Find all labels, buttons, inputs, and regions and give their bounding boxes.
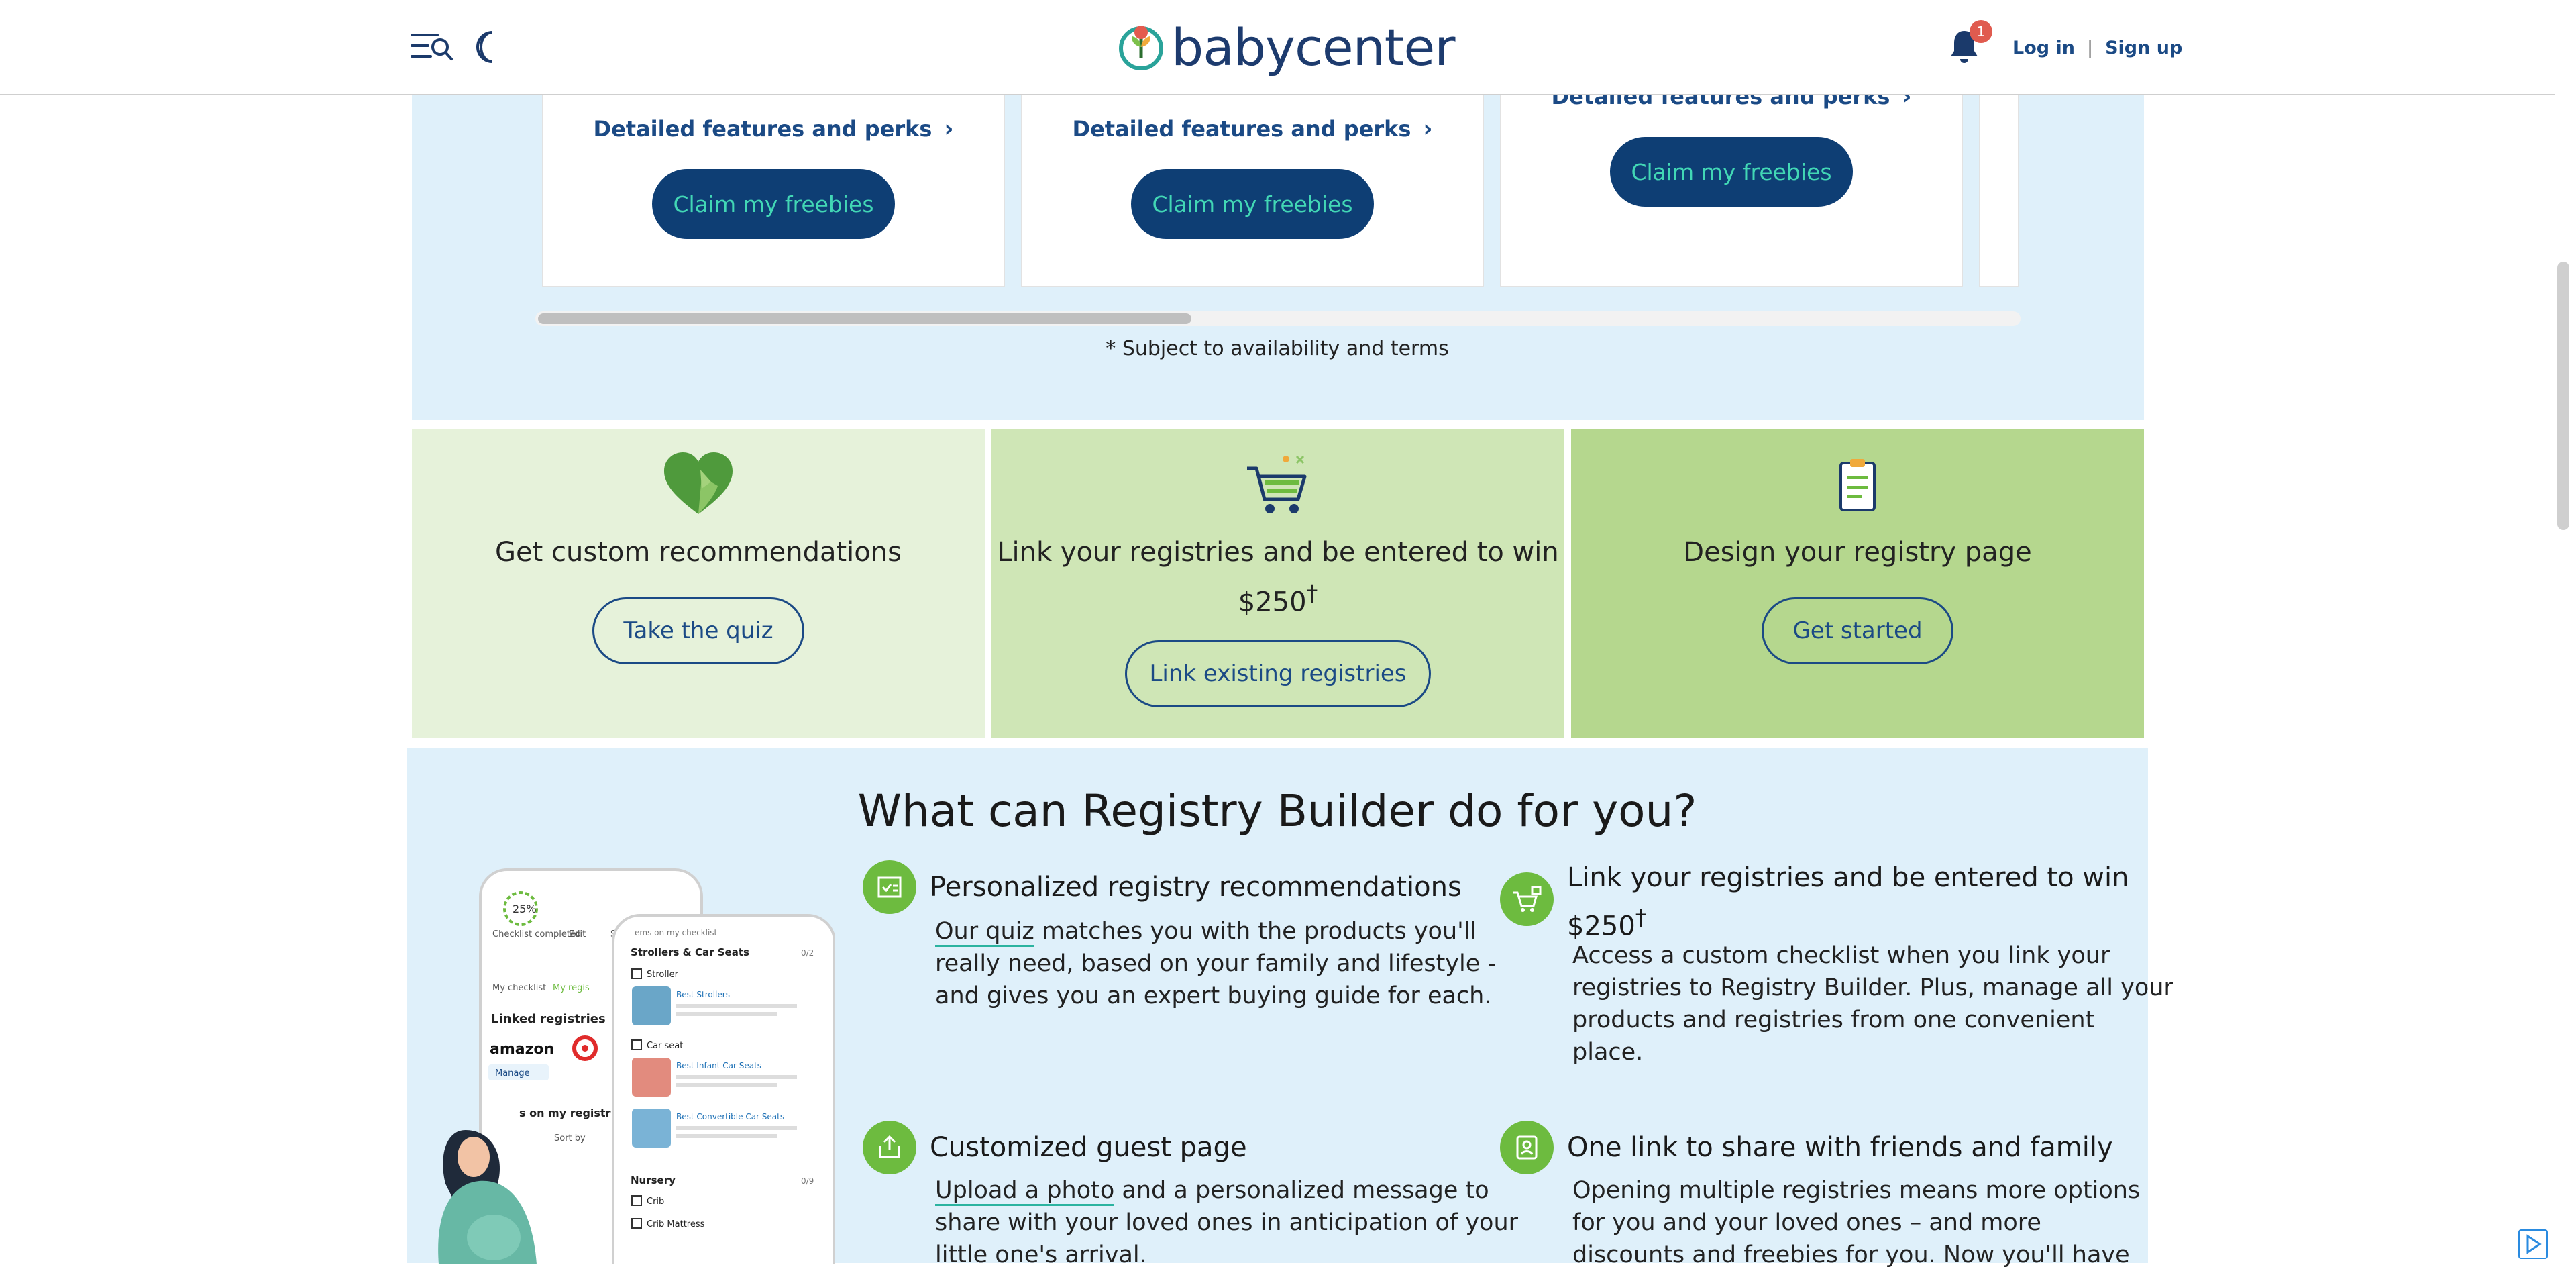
take-quiz-button[interactable]: Take the quiz <box>592 597 804 664</box>
feature-text: Opening multiple registries means more o… <box>1572 1177 2141 1204</box>
tab-checklist-text: My checklist <box>492 983 546 993</box>
crib-mattress-text: Crib Mattress <box>647 1219 705 1229</box>
linked-registries-text: Linked registries <box>491 1012 606 1026</box>
logo-text: babycenter <box>1171 17 1456 77</box>
perks-link[interactable]: Detailed features and perks › <box>1022 115 1483 142</box>
auth-links: Log in | Sign up <box>2012 38 2182 58</box>
logo-mark-icon <box>1119 26 1163 70</box>
tile-title-text: Link your registries and be entered to w… <box>997 537 1559 618</box>
perks-label: Detailed features and perks <box>1072 116 1411 142</box>
edit-text: Edit <box>569 929 586 939</box>
login-link[interactable]: Log in <box>2012 38 2075 58</box>
ad-choices-icon[interactable] <box>2518 1229 2548 1259</box>
feature-text: place. <box>1572 1039 1644 1066</box>
best-convertible-car-seats-text: Best Convertible Car Seats <box>676 1112 784 1121</box>
freebie-card: Detailed features and perks › Claim my fr… <box>1500 83 1963 287</box>
car-seat-text: Car seat <box>647 1041 683 1051</box>
get-started-button[interactable]: Get started <box>1762 597 1953 664</box>
dagger-mark: † <box>1306 580 1318 607</box>
tile-title: Link your registries and be entered to w… <box>991 531 1564 623</box>
notification-badge: 1 <box>1970 20 1992 43</box>
category-count-text: 0/2 <box>801 948 814 958</box>
feature-body: Opening multiple registries means more o… <box>1572 1174 2140 1271</box>
availability-disclaimer: * Subject to availability and terms <box>1106 337 1449 360</box>
search-items-text: ems on my checklist <box>635 928 718 937</box>
claim-freebies-button[interactable]: Claim my freebies <box>1131 169 1374 239</box>
feature-text: discounts and freebies for you. Now you'… <box>1572 1241 2130 1268</box>
tile-title: Design your registry page <box>1683 537 2032 568</box>
feature-text: products and registries from one conveni… <box>1572 1007 2095 1033</box>
checklist-completed-text: Checklist completed <box>492 929 581 939</box>
chevron-right-icon: › <box>944 115 954 142</box>
our-quiz-link[interactable]: Our quiz <box>935 918 1034 947</box>
feature-text: share with your loved ones in anticipati… <box>935 1209 1519 1236</box>
menu-search-icon[interactable] <box>411 31 453 63</box>
tile-title: Get custom recommendations <box>495 537 902 568</box>
perks-link[interactable]: Detailed features and perks › <box>543 115 1004 142</box>
page-scrollbar-thumb[interactable] <box>2557 262 2569 530</box>
carousel-scrollbar-thumb[interactable] <box>538 313 1191 324</box>
clipboard-icon <box>1834 454 1881 517</box>
feature-body: Upload a photo and a personalized messag… <box>935 1174 1518 1271</box>
freebie-card: Detailed features and perks › Claim my fr… <box>542 94 1005 287</box>
feature-text: for you and your loved ones – and more <box>1572 1209 2041 1236</box>
cart-icon <box>1244 452 1311 519</box>
freebie-card-partial <box>1979 94 2019 287</box>
babycenter-logo[interactable]: babycenter <box>1118 17 1456 77</box>
checklist-icon <box>863 860 916 914</box>
site-header: babycenter 1 Log in | Sign up <box>0 0 2555 95</box>
amazon-text: amazon <box>490 1041 554 1058</box>
tile-design-registry: Design your registry page Get started <box>1571 429 2144 738</box>
tile-link-registries: Link your registries and be entered to w… <box>991 429 1564 738</box>
best-infant-car-seats-text: Best Infant Car Seats <box>676 1061 761 1070</box>
link-existing-registries-button[interactable]: Link existing registries <box>1125 640 1431 707</box>
perks-label: Detailed features and perks <box>593 116 932 142</box>
manage-text: Manage <box>495 1068 530 1078</box>
tab-registry-text: My regis <box>553 983 590 993</box>
signup-link[interactable]: Sign up <box>2105 38 2182 58</box>
stroller-text: Stroller <box>647 970 679 980</box>
sort-by-text: Sort by <box>554 1133 586 1143</box>
feature-text: Access a custom checklist when you link … <box>1572 942 2110 969</box>
feature-text: matches you with the products you'll <box>1034 918 1477 945</box>
feature-text: registries to Registry Builder. Plus, ma… <box>1572 974 2174 1001</box>
share-link-icon <box>1500 1121 1554 1174</box>
claim-freebies-button[interactable]: Claim my freebies <box>1610 137 1853 207</box>
feature-heading: Personalized registry recommendations <box>930 872 1462 903</box>
feature-heading: One link to share with friends and famil… <box>1567 1132 2113 1163</box>
dagger-mark: † <box>1635 905 1647 931</box>
claim-freebies-button[interactable]: Claim my freebies <box>652 169 895 239</box>
feature-text: little one's arrival. <box>935 1241 1147 1268</box>
freebie-card: Detailed features and perks › Claim my fr… <box>1021 94 1484 287</box>
upload-icon <box>863 1121 916 1174</box>
nursery-count-text: 0/9 <box>801 1176 814 1186</box>
phone-mockup-illustration: 25% Checklist completed Edit Sh My check… <box>438 868 835 1264</box>
tile-custom-recommendations: Get custom recommendations Take the quiz <box>412 429 985 738</box>
progress-text: 25% <box>513 903 537 915</box>
feature-heading-line: $250 <box>1567 911 1635 942</box>
feature-heading: Customized guest page <box>930 1132 1247 1163</box>
on-registry-text: s on my registr <box>519 1107 611 1119</box>
nursery-text: Nursery <box>631 1174 676 1186</box>
feature-text: and gives you an expert buying guide for… <box>935 982 1492 1009</box>
freebies-carousel: Detailed features and perks › Claim my fr… <box>412 83 2144 420</box>
heart-icon <box>661 450 735 519</box>
feature-text: and a personalized message to <box>1114 1177 1489 1204</box>
registry-builder-title: What can Registry Builder do for you? <box>857 785 1697 837</box>
feature-text: really need, based on your family and li… <box>935 950 1497 977</box>
auth-separator: | <box>2086 38 2094 58</box>
category-text: Strollers & Car Seats <box>631 946 749 958</box>
feature-heading-line: Link your registries and be entered to w… <box>1567 862 2129 893</box>
cart-sign-icon <box>1500 872 1554 926</box>
crib-text: Crib <box>647 1197 664 1207</box>
feature-body: Access a custom checklist when you link … <box>1572 939 2174 1068</box>
moon-icon[interactable] <box>474 30 503 64</box>
best-strollers-text: Best Strollers <box>676 990 730 999</box>
chevron-right-icon: › <box>1423 115 1433 142</box>
feature-heading: Link your registries and be entered to w… <box>1567 858 2129 946</box>
feature-body: Our quiz matches you with the products y… <box>935 915 1496 1012</box>
upload-photo-link[interactable]: Upload a photo <box>935 1177 1115 1206</box>
